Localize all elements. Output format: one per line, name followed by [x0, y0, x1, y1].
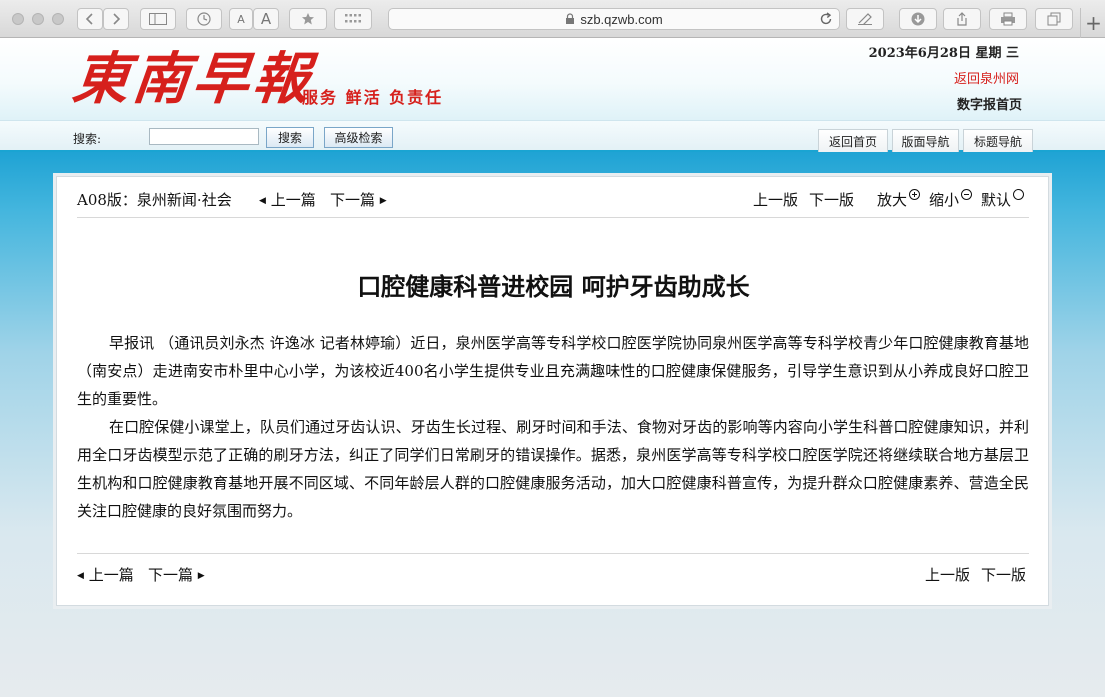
chevron-right-icon [113, 13, 121, 25]
article-body: 早报讯 （通讯员刘永杰 许逸冰 记者林婷瑜）近日，泉州医学高等专科学校口腔医学院… [77, 329, 1029, 525]
current-date: 2023年6月28日 星期 三 [868, 46, 1019, 61]
plus-circle-icon [909, 189, 921, 200]
sidebar-icon [149, 13, 167, 25]
tab-return-home[interactable]: 返回首页 [818, 129, 888, 153]
zoom-window-dot[interactable] [52, 13, 64, 25]
search-label: 搜索: [73, 132, 102, 146]
tabs-icon [1047, 12, 1061, 26]
epaper-home-link[interactable]: 数字报首页 [957, 94, 1022, 113]
new-tab-button[interactable]: + [1080, 8, 1105, 38]
next-article-link[interactable]: 下一篇 ▶ [330, 189, 387, 210]
section-label: A08版：泉州新闻·社会 [77, 191, 232, 209]
advanced-search-button[interactable]: 高级检索 [324, 127, 393, 148]
history-button[interactable] [186, 8, 222, 30]
prev-article-link[interactable]: ◀ 上一篇 [259, 189, 316, 210]
downloads-button[interactable] [899, 8, 937, 30]
reader-button[interactable] [846, 8, 884, 30]
print-button[interactable] [989, 8, 1027, 30]
masthead: 東南早報 服务 鲜活 负责任 2023年6月28日 星期 三 返回泉州网 数字报… [0, 38, 1105, 120]
default-size-button[interactable]: 默认 [981, 189, 1025, 210]
share-button[interactable] [943, 8, 981, 30]
zoom-in-button[interactable]: 放大 [877, 189, 921, 210]
next-article-link-bottom[interactable]: 下一篇 ▶ [148, 564, 205, 585]
top-sites-button[interactable] [334, 8, 372, 30]
article-panel: A08版：泉州新闻·社会 ◀ 上一篇 下一篇 ▶ 上一版 下一版 放大 缩小 默… [56, 176, 1049, 606]
circle-icon [1013, 189, 1025, 200]
article-paragraph: 早报讯 （通讯员刘永杰 许逸冰 记者林婷瑜）近日，泉州医学高等专科学校口腔医学院… [77, 334, 1029, 408]
share-icon [957, 12, 967, 26]
triangle-left-icon: ◀ [259, 196, 266, 206]
download-icon [911, 12, 925, 26]
back-button[interactable] [77, 8, 103, 30]
prev-page-link-bottom[interactable]: 上一版 [925, 564, 970, 585]
bookmark-button[interactable] [289, 8, 327, 30]
url-text: szb.qzwb.com [580, 11, 663, 27]
text-larger-button[interactable]: A [253, 8, 279, 30]
search-input[interactable] [149, 128, 259, 145]
triangle-right-icon: ▶ [197, 571, 205, 581]
triangle-left-icon: ◀ [77, 571, 84, 581]
grid-icon [345, 14, 361, 23]
text-smaller-button[interactable]: A [229, 8, 253, 30]
minimize-window-dot[interactable] [32, 13, 44, 25]
search-bar: 搜索: 搜索 高级检索 返回首页 版面导航 标题导航 [0, 120, 1105, 153]
browser-toolbar: A A szb.qzwb.com + [0, 0, 1105, 38]
address-bar[interactable]: szb.qzwb.com [388, 8, 840, 30]
return-qzwb-link[interactable]: 返回泉州网 [954, 68, 1019, 87]
slogan: 服务 鲜活 负责任 [302, 88, 444, 107]
prev-article-link-bottom[interactable]: ◀ 上一篇 [77, 564, 134, 585]
zoom-out-button[interactable]: 缩小 [929, 189, 973, 210]
lock-icon [566, 13, 575, 24]
clock-icon [197, 12, 211, 26]
star-icon [302, 13, 314, 25]
next-page-link[interactable]: 下一版 [809, 189, 854, 210]
reload-icon[interactable] [819, 12, 833, 26]
chevron-left-icon [85, 13, 93, 25]
minus-circle-icon [961, 189, 973, 200]
forward-button[interactable] [103, 8, 129, 30]
newspaper-logo[interactable]: 東南早報 [70, 46, 317, 112]
pencil-icon [858, 13, 872, 25]
tab-title-nav[interactable]: 标题导航 [963, 129, 1033, 153]
article-paragraph: 在口腔保健小课堂上，队员们通过牙齿认识、牙齿生长过程、刷牙时间和手法、食物对牙齿… [77, 418, 1029, 520]
triangle-right-icon: ▶ [379, 196, 387, 206]
close-window-dot[interactable] [12, 13, 24, 25]
article-top-nav: A08版：泉州新闻·社会 ◀ 上一篇 下一篇 ▶ 上一版 下一版 放大 缩小 默… [77, 187, 1029, 218]
search-button[interactable]: 搜索 [266, 127, 314, 148]
prev-page-link[interactable]: 上一版 [753, 189, 798, 210]
tab-page-nav[interactable]: 版面导航 [892, 129, 959, 153]
printer-icon [1001, 12, 1015, 26]
next-page-link-bottom[interactable]: 下一版 [981, 564, 1026, 585]
article-bottom-nav: ◀ 上一篇 下一篇 ▶ 上一版 下一版 [77, 553, 1029, 584]
sidebar-button[interactable] [140, 8, 176, 30]
tabs-overview-button[interactable] [1035, 8, 1073, 30]
article-title: 口腔健康科普进校园 呵护牙齿助成长 [357, 273, 750, 301]
